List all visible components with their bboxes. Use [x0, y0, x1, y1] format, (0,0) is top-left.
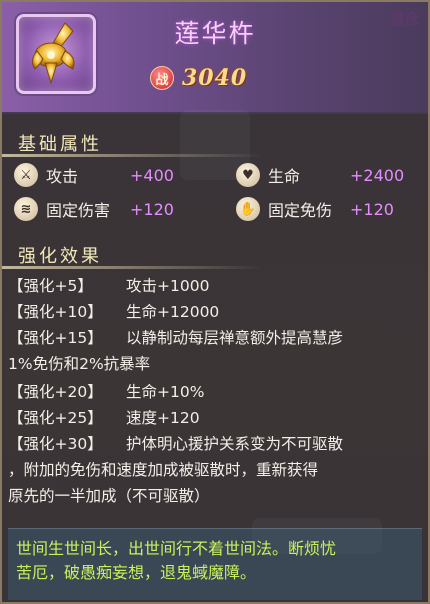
- attr-label: 生命: [268, 167, 301, 186]
- attr-value: +120: [130, 199, 174, 219]
- enhance-divider: [2, 266, 262, 269]
- enhance-level: 【强化+5】: [8, 277, 93, 295]
- enhance-level: 【强化+15】: [8, 329, 103, 347]
- enhance-title: 强化效果: [18, 246, 102, 267]
- power-value: 3040: [182, 65, 248, 91]
- palm-icon: ✋: [236, 197, 260, 221]
- base-attributes-divider: [2, 154, 262, 157]
- flavor-text: 世间生世间长，出世间行不着世间法。断烦忧 苦厄，破愚痴妄想，退鬼蜮魔障。: [16, 537, 416, 585]
- enhance-effect: 速度+120: [126, 409, 200, 427]
- enhance-row-15: 【强化+15】 以静制动每层禅意额外提高慧彦: [8, 326, 418, 350]
- attr-value: +400: [130, 165, 174, 185]
- attr-label: 固定免伤: [268, 201, 333, 220]
- enhance-level: 【强化+25】: [8, 409, 103, 427]
- enhance-row-20: 【强化+20】 生命+10%: [8, 380, 418, 404]
- sword-icon: ⚔: [14, 163, 38, 187]
- enhance-row-25: 【强化+25】 速度+120: [8, 406, 418, 430]
- enhance-level: 【强化+20】: [8, 383, 103, 401]
- attr-fixed-reduction: ✋ 固定免伤 +120: [236, 196, 394, 222]
- heart-icon: ♥: [236, 163, 260, 187]
- power-badge: 战: [150, 66, 174, 90]
- attr-label: 攻击: [46, 167, 79, 186]
- flavor-line-1: 世间生世间长，出世间行不着世间法。断烦忧: [16, 539, 337, 558]
- enhance-row-30-cont: ，附加的免伤和速度加成被驱散时，重新获得: [8, 461, 319, 479]
- enhance-effect: 生命+10%: [126, 383, 205, 401]
- attr-attack: ⚔ 攻击 +400: [14, 162, 174, 188]
- enhance-level: 【强化+10】: [8, 303, 103, 321]
- attr-value: +2400: [350, 165, 405, 185]
- attr-value: +120: [350, 199, 394, 219]
- claw-icon: ≋: [14, 197, 38, 221]
- enhance-row-15-cont: 1%免伤和2%抗暴率: [8, 355, 151, 373]
- enhance-effect: 攻击+1000: [126, 277, 210, 295]
- enhance-effect: 以静制动每层禅意额外提高慧彦: [126, 329, 344, 347]
- enhance-effect: 护体明心援护关系变为不可驱散: [126, 435, 344, 453]
- item-detail-panel: 莲华杵 慧彦 战 3040 基础属性 ⚔ 攻击 +400 ♥ 生命 +2400 …: [0, 0, 430, 604]
- enhance-row-30: 【强化+30】 护体明心援护关系变为不可驱散: [8, 432, 418, 456]
- enhance-level: 【强化+30】: [8, 435, 103, 453]
- owner-tag: 慧彦: [389, 10, 420, 28]
- power-row: 战 3040: [150, 64, 247, 92]
- enhance-row-30-cont2: 原先的一半加成（不可驱散）: [8, 487, 210, 505]
- base-attributes-title: 基础属性: [18, 134, 102, 155]
- enhance-effect: 生命+12000: [126, 303, 220, 321]
- attr-label: 固定伤害: [46, 201, 111, 220]
- flavor-line-2: 苦厄，破愚痴妄想，退鬼蜮魔障。: [16, 563, 257, 582]
- enhance-row-5: 【强化+5】 攻击+1000: [8, 274, 418, 298]
- attr-fixed-damage: ≋ 固定伤害 +120: [14, 196, 174, 222]
- enhance-row-10: 【强化+10】 生命+12000: [8, 300, 418, 324]
- attr-hp: ♥ 生命 +2400: [236, 162, 404, 188]
- item-name: 莲华杵: [174, 19, 256, 48]
